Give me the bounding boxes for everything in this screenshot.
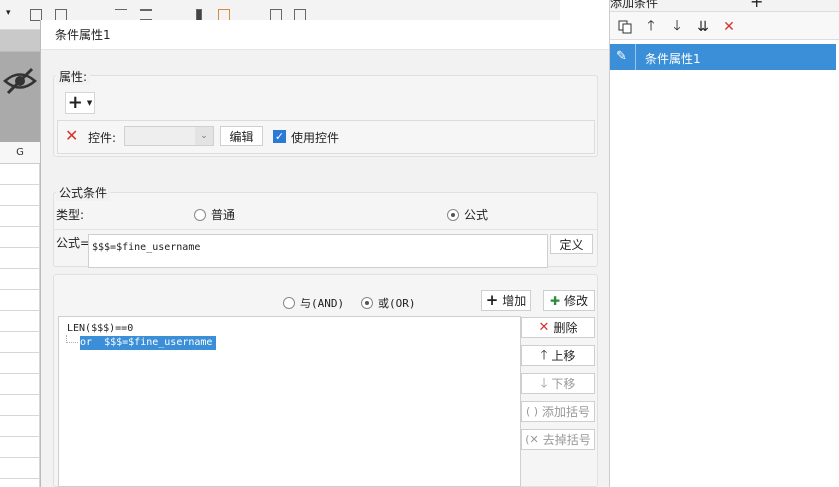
move-down-button[interactable]: 🡓 下移 [521, 373, 595, 394]
modify-icon: ✚ [549, 293, 561, 308]
condition-list-item[interactable]: ✎ 条件属性1 [610, 44, 836, 70]
add-bracket-button[interactable]: ( ) 添加括号 [521, 401, 595, 422]
add-condition-label: 添加条件 [610, 0, 659, 10]
condition-side-panel: 添加条件 + 🡑 🡓 ⇊ ✕ ✎ 条件属性1 [609, 0, 839, 487]
formula-input[interactable]: $$$=$fine_username [88, 234, 548, 268]
spreadsheet-grid[interactable] [0, 164, 40, 487]
copy-icon[interactable] [616, 18, 634, 36]
modify-condition-button[interactable]: ✚ 修改 [543, 290, 595, 311]
logic-and-radio[interactable]: 与(AND) [283, 295, 344, 311]
arrow-down-icon: 🡓 [540, 376, 548, 391]
properties-label: 属性: [56, 68, 91, 85]
add-property-button[interactable]: + ▼ [65, 92, 95, 114]
formula-label: 公式= [56, 236, 91, 250]
remove-control-icon[interactable]: ✕ [65, 126, 78, 145]
remove-bracket-icon: (✕ [525, 433, 539, 446]
chevron-down-icon: ▼ [86, 99, 93, 107]
define-button[interactable]: 定义 [550, 234, 593, 254]
edit-icon: ✎ [616, 49, 627, 64]
arrow-up-icon[interactable]: 🡑 [642, 18, 660, 36]
ruler [0, 30, 40, 52]
dialog-title: 条件属性1 [41, 20, 609, 50]
chevron-down-icon: ⌄ [195, 127, 213, 145]
condition-list-item[interactable]: LEN($$$)==0 [67, 320, 133, 334]
type-formula-radio[interactable]: 公式 [447, 206, 488, 223]
type-label: 类型: [56, 208, 85, 222]
condition-attribute-dialog: 条件属性1 属性: + ▼ ✕ 控件: ⌄ 编辑 ✓ 使用控件 公式条件 类型:… [40, 20, 609, 487]
formula-condition-label: 公式条件 [56, 184, 111, 201]
delete-icon[interactable]: ✕ [720, 18, 738, 36]
tree-line [66, 335, 78, 343]
arrow-up-icon: 🡑 [540, 348, 548, 363]
remove-bracket-button[interactable]: (✕ 去掉括号 [521, 429, 595, 450]
control-label: 控件: [88, 131, 117, 145]
logic-or-radio[interactable]: 或(OR) [361, 295, 416, 311]
type-normal-radio[interactable]: 普通 [194, 206, 235, 223]
move-up-button[interactable]: 🡑 上移 [521, 345, 595, 366]
side-panel-header: 添加条件 + [610, 0, 839, 12]
hidden-eye-icon [3, 67, 37, 95]
control-select[interactable]: ⌄ [124, 126, 214, 146]
add-condition-plus[interactable]: + [750, 0, 763, 11]
dropdown-arrow-icon[interactable]: ▾ [6, 8, 11, 18]
condition-item-label: 条件属性1 [645, 52, 701, 66]
condition-list-item-selected[interactable]: or $$$=$fine_username [80, 336, 216, 350]
delete-icon: ✕ [538, 320, 550, 335]
delete-button[interactable]: ✕ 删除 [521, 317, 595, 338]
use-control-label: 使用控件 [291, 131, 340, 145]
use-control-checkbox[interactable]: ✓ [273, 130, 286, 143]
column-header[interactable]: G [0, 142, 40, 164]
add-condition-button[interactable]: + 增加 [481, 290, 531, 311]
plus-icon: + [485, 291, 499, 309]
edit-control-button[interactable]: 编辑 [220, 126, 263, 146]
bracket-icon: ( ) [525, 405, 539, 418]
condition-list[interactable]: LEN($$$)==0 or $$$=$fine_username [58, 316, 521, 487]
arrow-down-icon[interactable]: 🡓 [668, 18, 686, 36]
move-bottom-icon[interactable]: ⇊ [694, 18, 712, 36]
side-toolbar: 🡑 🡓 ⇊ ✕ [610, 12, 839, 40]
dialog-body: 属性: + ▼ ✕ 控件: ⌄ 编辑 ✓ 使用控件 公式条件 类型: 普通 公式… [41, 50, 609, 487]
